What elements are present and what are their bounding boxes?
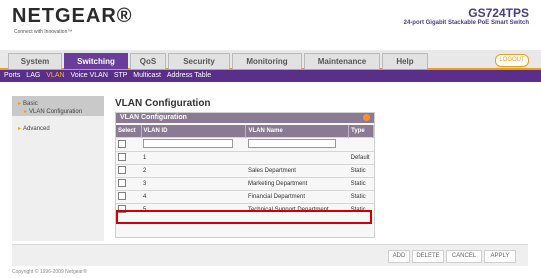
subnav-vlan[interactable]: VLAN	[46, 72, 64, 79]
subnav-stp[interactable]: STP	[114, 72, 128, 79]
copyright: Copyright © 1996-2009 Netgear®	[12, 269, 87, 275]
tab-help[interactable]: Help	[382, 53, 428, 69]
device-description: 24-port Gigabit Stackable PoE Smart Swit…	[403, 20, 529, 26]
tab-system[interactable]: System	[8, 53, 62, 69]
row-checkbox[interactable]	[118, 166, 126, 174]
left-nav: Basic VLAN Configuration Advanced	[12, 96, 104, 241]
apply-button[interactable]: APPLY	[484, 250, 516, 263]
logout-button[interactable]: LOGOUT	[495, 54, 529, 67]
brand-tagline: Connect with Innovation™	[14, 29, 73, 35]
help-icon[interactable]	[363, 114, 370, 121]
left-nav-advanced[interactable]: Advanced	[18, 125, 50, 132]
left-nav-vlan-config[interactable]: VLAN Configuration	[24, 108, 82, 115]
subnav-ports[interactable]: Ports	[4, 72, 20, 79]
vlan-table: Select VLAN ID VLAN Name Type 1 Default …	[116, 125, 374, 216]
subnav-address-table[interactable]: Address Table	[167, 72, 211, 79]
col-type: Type	[348, 125, 374, 138]
cell-type: Default	[348, 151, 374, 165]
cell-vlan-name	[245, 151, 349, 165]
cell-vlan-name: Marketing Department	[245, 177, 349, 191]
table-row: 1 Default	[116, 151, 374, 165]
tab-qos[interactable]: QoS	[130, 53, 166, 69]
row-checkbox[interactable]	[118, 192, 126, 200]
delete-button[interactable]: DELETE	[412, 250, 444, 263]
cell-vlan-id: 3	[141, 177, 246, 191]
vlan-id-input[interactable]	[143, 139, 233, 148]
tab-maintenance[interactable]: Maintenance	[304, 53, 380, 69]
cell-vlan-name: Financial Department	[245, 190, 349, 204]
tab-switching[interactable]: Switching	[64, 53, 128, 69]
cell-vlan-id: 2	[141, 164, 246, 178]
panel-title: VLAN Configuration	[120, 114, 187, 121]
highlight-box	[116, 210, 372, 224]
cell-vlan-name: Sales Department	[245, 164, 349, 178]
header: NETGEAR® Connect with Innovation™ GS724T…	[0, 0, 541, 46]
cell-vlan-id: 4	[141, 190, 246, 204]
add-button[interactable]: ADD	[388, 250, 410, 263]
device-model: GS724TPS	[468, 6, 529, 20]
main-tabs: System Switching QoS Security Monitoring…	[0, 50, 541, 70]
cancel-button[interactable]: CANCEL	[446, 250, 482, 263]
button-bar: ADD DELETE CANCEL APPLY	[12, 244, 528, 266]
table-row: 4 Financial Department Static	[116, 190, 374, 204]
select-all-checkbox[interactable]	[118, 139, 126, 148]
col-vlan-name: VLAN Name	[245, 125, 350, 138]
col-vlan-id: VLAN ID	[141, 125, 247, 138]
table-input-row	[116, 137, 374, 152]
page-title: VLAN Configuration	[115, 98, 211, 109]
subnav-voice-vlan[interactable]: Voice VLAN	[71, 72, 108, 79]
cell-vlan-id: 1	[141, 151, 246, 165]
vlan-name-input[interactable]	[247, 139, 336, 148]
table-row: 2 Sales Department Static	[116, 164, 374, 178]
subnav-multicast[interactable]: Multicast	[133, 72, 161, 79]
tab-monitoring[interactable]: Monitoring	[232, 53, 302, 69]
row-checkbox[interactable]	[118, 153, 126, 161]
left-nav-basic[interactable]: Basic	[18, 100, 38, 107]
row-checkbox[interactable]	[118, 179, 126, 187]
cell-type: Static	[348, 177, 374, 191]
subnav: Ports LAG VLAN Voice VLAN STP Multicast …	[0, 70, 541, 82]
col-select: Select	[116, 125, 142, 138]
tab-security[interactable]: Security	[168, 53, 230, 69]
cell-type: Static	[348, 164, 374, 178]
netgear-logo: NETGEAR®	[12, 5, 133, 27]
panel-header: VLAN Configuration	[116, 113, 374, 123]
table-row: 3 Marketing Department Static	[116, 177, 374, 191]
cell-type: Static	[348, 190, 374, 204]
subnav-lag[interactable]: LAG	[26, 72, 40, 79]
